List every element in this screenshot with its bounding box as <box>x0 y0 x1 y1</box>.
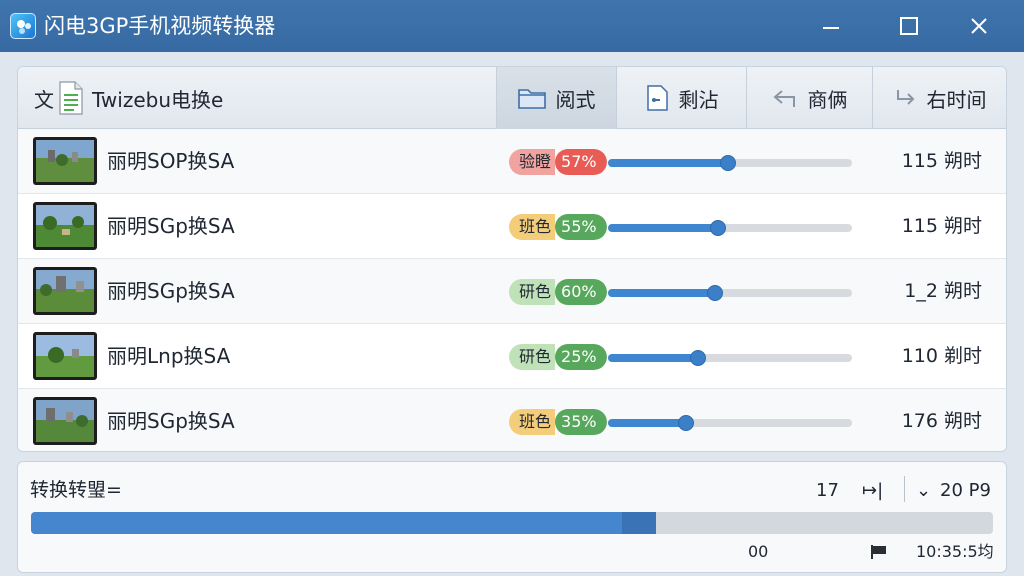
status-badge: 班色 35% <box>509 409 607 435</box>
file-name: 丽明Lnp换SA <box>107 344 231 368</box>
table-row[interactable]: 丽明SGp换SA 研色 60% 1_2 朔时 <box>18 259 1006 324</box>
overall-progress-label: 转换转琞= <box>30 479 122 501</box>
table-row[interactable]: 丽明Lnp换SA 研色 25% 110 剃时 <box>18 324 1006 389</box>
file-name: 丽明SGp换SA <box>107 279 235 303</box>
file-name: 丽明SGp换SA <box>107 214 235 238</box>
progress-slider[interactable] <box>608 220 852 236</box>
file-name: 丽明SOP换SA <box>107 149 235 173</box>
progress-percent: 60% <box>555 279 607 305</box>
finish-time: 10:35:5均 <box>916 542 994 561</box>
status-badge: 验瞪 57% <box>509 149 607 175</box>
status-text: 班色 <box>509 214 556 240</box>
progress-percent: 35% <box>555 409 607 435</box>
slider-handle[interactable] <box>709 220 726 236</box>
remaining-column-header[interactable]: 剩沾 <box>616 67 746 129</box>
status-text: 研色 <box>509 344 556 370</box>
video-thumbnail <box>33 267 97 315</box>
document-icon <box>59 81 83 115</box>
close-button[interactable] <box>958 10 1000 42</box>
remaining-time: 110 剃时 <box>901 345 982 367</box>
elapsed-time: 00 <box>748 542 769 561</box>
format-column-header[interactable]: 阅式 <box>496 67 616 129</box>
video-thumbnail <box>33 202 97 250</box>
divider <box>904 476 905 502</box>
slider-handle[interactable] <box>690 350 707 366</box>
remaining-time: 176 朔时 <box>901 410 982 432</box>
file-name: 丽明SGp换SA <box>107 409 235 433</box>
slider-handle[interactable] <box>719 155 736 171</box>
folder-icon <box>517 89 546 109</box>
app-logo-icon <box>10 13 36 39</box>
remaining-time: 115 朔时 <box>901 215 982 237</box>
status-text: 验瞪 <box>509 149 556 175</box>
overall-progress-fill <box>31 512 657 534</box>
status-column-header[interactable]: 商俩 <box>746 67 872 129</box>
progress-slider[interactable] <box>608 155 852 171</box>
status-text: 研色 <box>509 279 556 305</box>
remaining-column-label: 剩沾 <box>678 87 719 112</box>
video-thumbnail <box>33 332 97 380</box>
window-title: 闪电3GP手机视频转换器 <box>44 14 276 38</box>
table-row[interactable]: 丽明SGp换SA 班色 35% 176 朔时 <box>18 389 1006 451</box>
page-indicator[interactable]: 20 P9 <box>940 480 991 502</box>
time-column-label: 右时间 <box>926 87 987 112</box>
minimize-button[interactable] <box>810 10 852 42</box>
status-badge: 研色 25% <box>509 344 607 370</box>
slider-handle[interactable] <box>678 415 695 431</box>
status-badge: 研色 60% <box>509 279 607 305</box>
list-header: 文 Twizebu电换e 阅式 剩沾 商俩 右时间 <box>18 67 1006 129</box>
table-row[interactable]: 丽明SOP换SA 验瞪 57% 115 朔时 <box>18 129 1006 194</box>
status-column-label: 商俩 <box>807 87 848 112</box>
time-column-header[interactable]: 右时间 <box>872 67 1006 129</box>
title-bar: 闪电3GP手机视频转换器 <box>0 0 1024 52</box>
remaining-time: 1_2 朔时 <box>904 280 982 302</box>
chevron-down-icon[interactable]: ⌄ <box>916 480 931 502</box>
file-column-header[interactable]: 文 Twizebu电换e <box>34 77 504 119</box>
file-list-panel: 文 Twizebu电换e 阅式 剩沾 商俩 右时间 丽明SOP换SA 验瞪 57… <box>17 66 1007 452</box>
overall-progress-bar <box>31 512 993 534</box>
back-arrow-icon <box>896 90 914 105</box>
progress-percent: 55% <box>555 214 607 240</box>
file-column-label: 文 <box>34 87 54 112</box>
slider-handle[interactable] <box>707 285 724 301</box>
maximize-button[interactable] <box>888 10 930 42</box>
video-thumbnail <box>33 397 97 445</box>
flag-icon[interactable] <box>870 544 888 560</box>
selected-file-name: Twizebu电换e <box>92 87 224 112</box>
remaining-time: 115 朔时 <box>901 150 982 172</box>
conversion-progress-panel: 转换转琞= 17 ↦| ⌄ 20 P9 00 10:35:5均 <box>17 461 1007 573</box>
return-arrow-icon <box>772 90 795 107</box>
status-badge: 班色 55% <box>509 214 607 240</box>
status-text: 班色 <box>509 409 556 435</box>
video-thumbnail <box>33 137 97 185</box>
count-indicator[interactable]: 17 <box>816 480 839 502</box>
progress-slider[interactable] <box>608 285 852 301</box>
document-edit-icon <box>646 85 668 111</box>
progress-slider[interactable] <box>608 350 852 366</box>
format-column-label: 阅式 <box>555 87 596 112</box>
progress-percent: 25% <box>555 344 607 370</box>
progress-percent: 57% <box>555 149 607 175</box>
table-row[interactable]: 丽明SGp换SA 班色 55% 115 朔时 <box>18 194 1006 259</box>
skip-forward-icon[interactable]: ↦| <box>862 480 883 502</box>
progress-slider[interactable] <box>608 415 852 431</box>
